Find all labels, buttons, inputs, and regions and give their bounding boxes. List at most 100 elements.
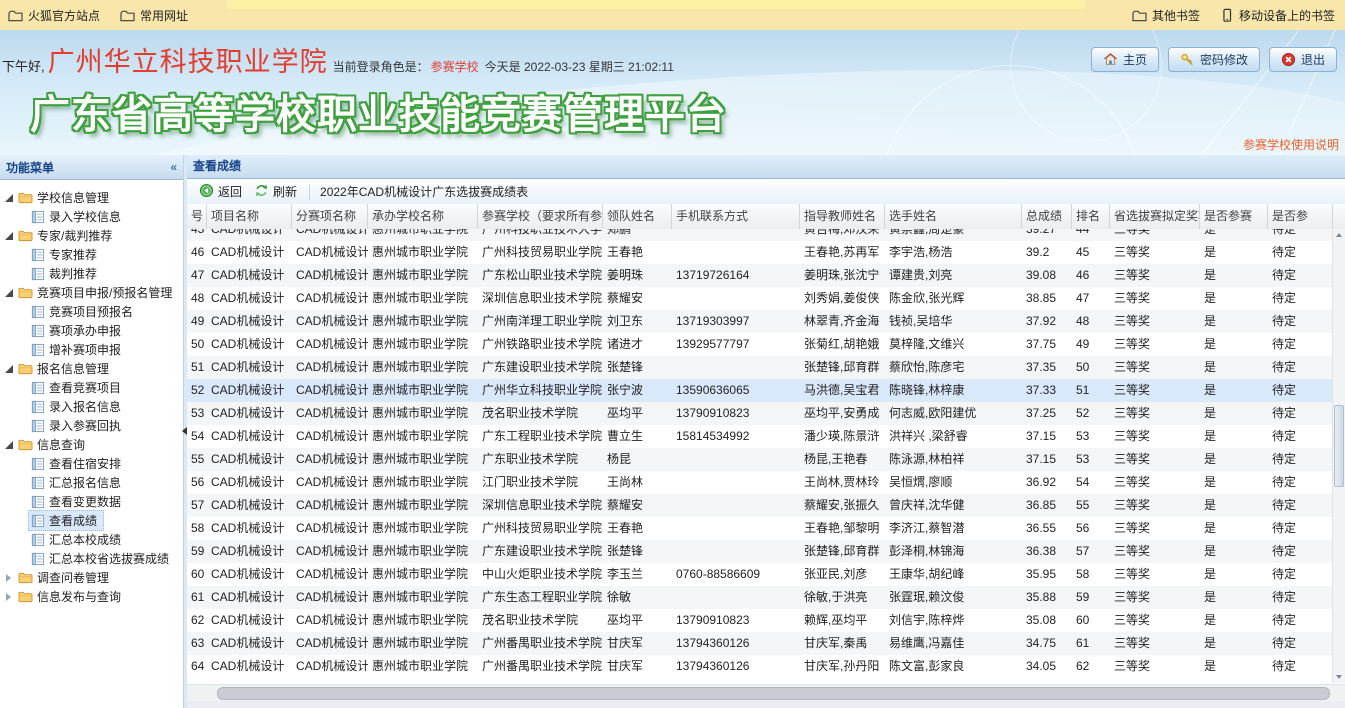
tree-collapse-icon[interactable] — [2, 440, 15, 449]
sidebar-tree-leaf[interactable]: 汇总本校省选拔赛成绩 — [0, 549, 183, 568]
table-row[interactable]: 54CAD机械设计CAD机械设计惠州城市职业学院广东工程职业技术学院曹立生158… — [187, 425, 1345, 448]
sidebar-tree-leaf[interactable]: 增补赛项申报 — [0, 340, 183, 359]
sidebar-tree-leaf[interactable]: 汇总报名信息 — [0, 473, 183, 492]
tree-collapse-icon[interactable] — [2, 193, 15, 202]
column-header[interactable]: 号 — [187, 204, 207, 229]
scroll-down-button[interactable] — [1333, 671, 1344, 683]
sidebar-tree-folder[interactable]: 调查问卷管理 — [0, 568, 183, 587]
column-header[interactable]: 省选拔赛拟定奖项 — [1110, 204, 1200, 229]
table-row[interactable]: 48CAD机械设计CAD机械设计惠州城市职业学院深圳信息职业技术学院蔡耀安刘秀娟… — [187, 287, 1345, 310]
column-header[interactable]: 项目名称 — [207, 204, 292, 229]
table-row[interactable]: 45CAD机械设计CAD机械设计惠州城市职业学院广州科技职业技术大学郑鹏黄吉梅,… — [187, 229, 1345, 241]
column-header[interactable]: 手机联系方式 — [672, 204, 800, 229]
sidebar-tree-folder[interactable]: 信息发布与查询 — [0, 587, 183, 606]
bookmark-item[interactable]: 移动设备上的书签 — [1220, 7, 1335, 24]
table-row[interactable]: 63CAD机械设计CAD机械设计惠州城市职业学院广州番禺职业技术学院甘庆军137… — [187, 632, 1345, 655]
table-row[interactable]: 50CAD机械设计CAD机械设计惠州城市职业学院广州铁路职业技术学院诸进才139… — [187, 333, 1345, 356]
table-row[interactable]: 52CAD机械设计CAD机械设计惠州城市职业学院广州华立科技职业学院张宁波135… — [187, 379, 1345, 402]
sidebar-tree-folder[interactable]: 报名信息管理 — [0, 359, 183, 378]
sidebar-tree-leaf[interactable]: 录入参赛回执 — [0, 416, 183, 435]
sidebar-tree-folder[interactable]: 信息查询 — [0, 435, 183, 454]
sidebar-tree-leaf[interactable]: 汇总本校成绩 — [0, 530, 183, 549]
column-header[interactable]: 指导教师姓名 — [800, 204, 885, 229]
column-header[interactable]: 总成绩 — [1022, 204, 1072, 229]
table-row[interactable]: 58CAD机械设计CAD机械设计惠州城市职业学院广州科技贸易职业学院王春艳王春艳… — [187, 517, 1345, 540]
sidebar-tree-leaf[interactable]: 录入报名信息 — [0, 397, 183, 416]
tree-node-inner[interactable]: 竞赛项目预报名 — [28, 301, 140, 322]
sidebar-tree-leaf[interactable]: 裁判推荐 — [0, 264, 183, 283]
tree-collapse-icon[interactable] — [2, 364, 15, 373]
tree-collapse-icon[interactable] — [2, 288, 15, 297]
sidebar-tree-leaf[interactable]: 查看变更数据 — [0, 492, 183, 511]
table-row[interactable]: 56CAD机械设计CAD机械设计惠州城市职业学院江门职业技术学院王尚林王尚林,贾… — [187, 471, 1345, 494]
tree-node-inner[interactable]: 查看竞赛项目 — [28, 377, 128, 398]
table-row[interactable]: 62CAD机械设计CAD机械设计惠州城市职业学院茂名职业技术学院巫均平13790… — [187, 609, 1345, 632]
table-row[interactable]: 61CAD机械设计CAD机械设计惠州城市职业学院广东生态工程职业学院徐敏徐敏,于… — [187, 586, 1345, 609]
tree-node-inner[interactable]: 录入报名信息 — [28, 396, 128, 417]
tree-collapse-icon[interactable] — [2, 231, 15, 240]
column-header[interactable]: 参赛学校（要求所有参赛学 — [478, 204, 603, 229]
vertical-scrollbar-thumb[interactable] — [1334, 405, 1344, 487]
tree-node-inner[interactable]: 查看住宿安排 — [28, 453, 128, 474]
column-header[interactable]: 领队姓名 — [603, 204, 672, 229]
tree-node-inner[interactable]: 信息查询 — [15, 434, 92, 455]
back-button[interactable]: 返回 — [193, 181, 248, 203]
table-row[interactable]: 49CAD机械设计CAD机械设计惠州城市职业学院广州南洋理工职业学院刘卫东137… — [187, 310, 1345, 333]
tree-node-inner[interactable]: 报名信息管理 — [15, 358, 116, 379]
table-row[interactable]: 64CAD机械设计CAD机械设计惠州城市职业学院广州番禺职业技术学院甘庆军137… — [187, 655, 1345, 678]
table-row[interactable]: 57CAD机械设计CAD机械设计惠州城市职业学院深圳信息职业技术学院蔡耀安蔡耀安… — [187, 494, 1345, 517]
sidebar-tree-folder[interactable]: 专家/裁判推荐 — [0, 226, 183, 245]
column-header[interactable]: 承办学校名称 — [368, 204, 478, 229]
sidebar-collapse-button[interactable]: « — [170, 160, 177, 174]
tree-node-inner[interactable]: 专家/裁判推荐 — [15, 225, 119, 246]
sidebar-tree-leaf[interactable]: 查看住宿安排 — [0, 454, 183, 473]
sidebar-tree-leaf[interactable]: 专家推荐 — [0, 245, 183, 264]
tree-node-inner[interactable]: 调查问卷管理 — [15, 567, 116, 588]
refresh-button[interactable]: 刷新 — [248, 181, 303, 203]
column-header[interactable]: 排名 — [1072, 204, 1110, 229]
table-row[interactable]: 51CAD机械设计CAD机械设计惠州城市职业学院广东建设职业技术学院张楚锋张楚锋… — [187, 356, 1345, 379]
sidebar-tree-leaf[interactable]: 赛项承办申报 — [0, 321, 183, 340]
tree-node-inner[interactable]: 增补赛项申报 — [28, 339, 128, 360]
sidebar-tree-leaf[interactable]: 录入学校信息 — [0, 207, 183, 226]
column-header[interactable]: 分赛项名称 — [292, 204, 368, 229]
sidebar-tree-folder[interactable]: 竞赛项目申报/预报名管理 — [0, 283, 183, 302]
tree-node-inner[interactable]: 查看成绩 — [28, 510, 104, 531]
column-header[interactable]: 选手姓名 — [885, 204, 1022, 229]
column-header[interactable]: 是否参 — [1268, 204, 1333, 229]
table-row[interactable]: 60CAD机械设计CAD机械设计惠州城市职业学院中山火炬职业技术学院李玉兰076… — [187, 563, 1345, 586]
column-header[interactable]: 是否参赛 — [1200, 204, 1268, 229]
bookmark-item[interactable]: 火狐官方站点 — [8, 7, 100, 24]
scroll-up-button[interactable] — [1333, 229, 1344, 241]
sidebar-tree-folder[interactable]: 学校信息管理 — [0, 188, 183, 207]
usage-instructions-link[interactable]: 参赛学校使用说明 — [1243, 136, 1339, 153]
table-row[interactable]: 53CAD机械设计CAD机械设计惠州城市职业学院茂名职业技术学院巫均平13790… — [187, 402, 1345, 425]
tree-node-inner[interactable]: 裁判推荐 — [28, 263, 104, 284]
tree-node-inner[interactable]: 赛项承办申报 — [28, 320, 128, 341]
vertical-scrollbar[interactable] — [1332, 229, 1345, 683]
sidebar-tree-leaf[interactable]: 竞赛项目预报名 — [0, 302, 183, 321]
horizontal-scrollbar[interactable] — [187, 684, 1345, 701]
table-row[interactable]: 46CAD机械设计CAD机械设计惠州城市职业学院广州科技贸易职业学院王春艳王春艳… — [187, 241, 1345, 264]
change-password-button[interactable]: 密码修改 — [1168, 47, 1260, 72]
tree-node-inner[interactable]: 汇总本校省选拔赛成绩 — [28, 548, 176, 569]
sidebar-tree-leaf[interactable]: 查看成绩 — [0, 511, 183, 530]
bookmark-item[interactable]: 常用网址 — [120, 7, 188, 24]
table-row[interactable]: 47CAD机械设计CAD机械设计惠州城市职业学院广东松山职业技术学院姜明珠137… — [187, 264, 1345, 287]
sidebar-tree-leaf[interactable]: 查看竞赛项目 — [0, 378, 183, 397]
tree-node-inner[interactable]: 竞赛项目申报/预报名管理 — [15, 282, 179, 303]
bookmark-item[interactable]: 其他书签 — [1132, 7, 1200, 24]
table-row[interactable]: 59CAD机械设计CAD机械设计惠州城市职业学院广东建设职业技术学院张楚锋张楚锋… — [187, 540, 1345, 563]
table-row[interactable]: 55CAD机械设计CAD机械设计惠州城市职业学院广东职业技术学院杨昆杨昆,王艳春… — [187, 448, 1345, 471]
tree-node-inner[interactable]: 信息发布与查询 — [15, 586, 128, 607]
tree-node-inner[interactable]: 录入参赛回执 — [28, 415, 128, 436]
tree-node-inner[interactable]: 录入学校信息 — [28, 206, 128, 227]
tree-expand-icon[interactable] — [2, 573, 15, 582]
tree-node-inner[interactable]: 汇总报名信息 — [28, 472, 128, 493]
tree-expand-icon[interactable] — [2, 592, 15, 601]
logout-button[interactable]: 退出 — [1269, 47, 1337, 72]
tree-node-inner[interactable]: 专家推荐 — [28, 244, 104, 265]
tree-node-inner[interactable]: 查看变更数据 — [28, 491, 128, 512]
home-button[interactable]: 主页 — [1091, 47, 1159, 72]
tree-node-inner[interactable]: 学校信息管理 — [15, 187, 116, 208]
